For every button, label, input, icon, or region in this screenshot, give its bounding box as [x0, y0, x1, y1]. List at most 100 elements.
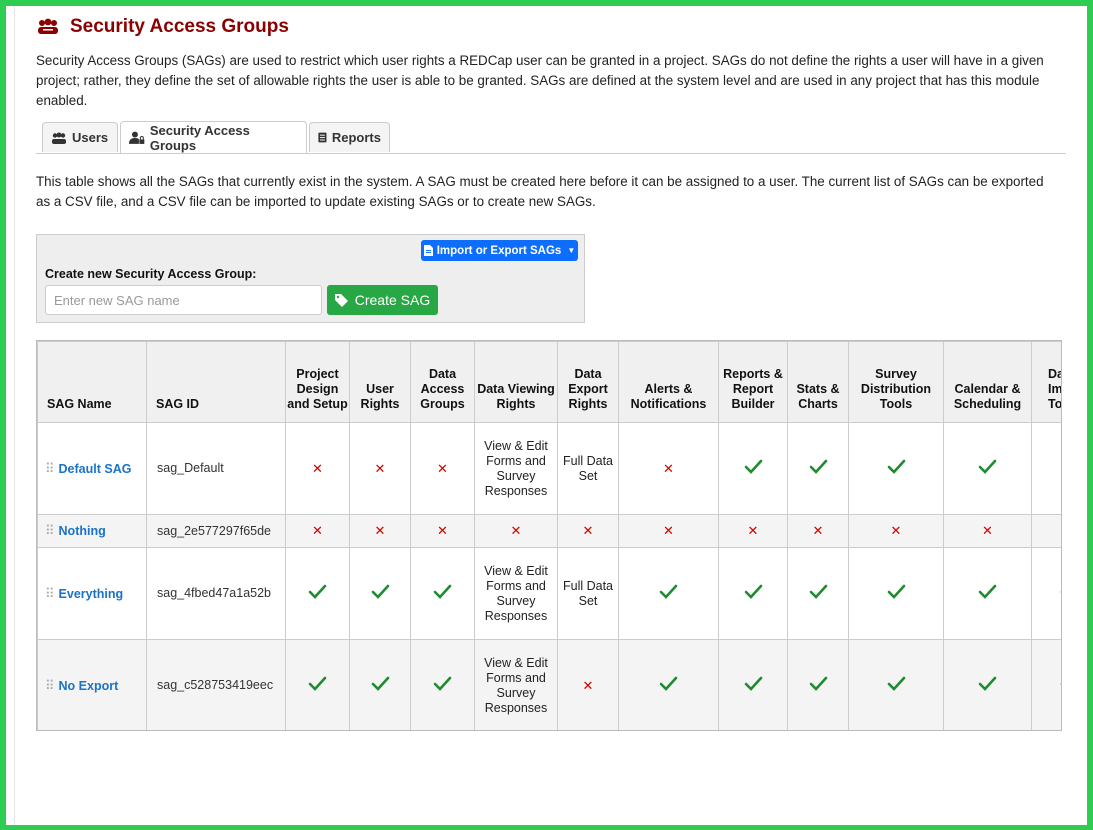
cross-icon: ✕	[890, 523, 902, 538]
sag-name-link[interactable]: Everything	[59, 587, 124, 601]
check-icon	[978, 584, 997, 599]
check-icon	[744, 584, 762, 599]
tag-icon	[334, 293, 348, 307]
allowed-cell	[848, 422, 944, 515]
file-csv-icon	[423, 245, 433, 256]
check-icon	[978, 676, 997, 691]
denied-cell: ✕	[349, 422, 411, 515]
right-value-cell: View & Edit Forms and Survey Responses	[474, 547, 558, 640]
cross-icon: ✕	[374, 460, 386, 476]
drag-handle-icon[interactable]: ⠿	[45, 678, 54, 693]
sag-name-link[interactable]: Nothing	[59, 524, 106, 538]
check-icon	[744, 676, 762, 691]
import-export-button[interactable]: Import or Export SAGs ▼	[421, 240, 578, 261]
denied-cell: ✕	[618, 514, 719, 548]
tab-users-label: Users	[72, 130, 109, 145]
allowed-cell	[787, 422, 849, 515]
denied-cell: ✕	[410, 514, 475, 548]
cross-icon: ✕	[437, 460, 448, 476]
page-title: Security Access Groups	[70, 16, 289, 37]
allowed-cell	[285, 639, 350, 730]
caret-down-icon: ▼	[567, 246, 576, 255]
check-icon	[809, 459, 827, 474]
check-icon	[887, 459, 905, 474]
create-sag-button[interactable]: Create SAG	[327, 285, 438, 315]
allowed-cell	[718, 639, 788, 730]
sag-table-wrapper[interactable]: SAG Name SAG ID Project Design and Setup…	[36, 340, 1062, 731]
cross-icon: ✕	[510, 523, 522, 538]
check-icon	[433, 584, 452, 599]
check-icon	[308, 584, 327, 599]
cross-icon: ✕	[663, 523, 674, 538]
col-header: Data Export Rights	[557, 341, 619, 423]
denied-cell: ✕	[410, 422, 475, 515]
col-header: Data Viewing Rights	[474, 341, 558, 423]
cross-icon: ✕	[982, 523, 993, 538]
table-row: ⠿ No Export sag_c528753419eec View & Edit F…	[37, 639, 1061, 730]
page-heading: Security Access Groups	[36, 14, 1066, 40]
cross-icon: ✕	[374, 523, 386, 538]
report-icon	[318, 132, 327, 143]
allowed-cell	[848, 547, 944, 640]
cross-icon: ✕	[582, 677, 594, 693]
denied-cell: ✕	[943, 514, 1032, 548]
sag-id-cell: sag_4fbed47a1a52b	[146, 547, 286, 640]
denied-cell: ✕	[557, 639, 619, 730]
sag-id-cell: sag_2e577297f65de	[146, 514, 286, 548]
drag-handle-icon[interactable]: ⠿	[45, 523, 54, 538]
col-header[interactable]: SAG Name	[37, 341, 147, 423]
tab-reports[interactable]: Reports	[309, 122, 390, 152]
cross-icon: ✕	[312, 523, 323, 538]
left-divider	[14, 6, 15, 825]
users-group-icon	[36, 18, 60, 36]
sag-name-link[interactable]: Default SAG	[59, 462, 132, 476]
sag-name-cell: ⠿ Everything	[37, 547, 147, 640]
col-header: User Rights	[349, 341, 411, 423]
check-icon	[1060, 591, 1061, 593]
allowed-cell	[718, 547, 788, 640]
denied-cell: ✕	[848, 514, 944, 548]
table-row: ⠿ Everything sag_4fbed47a1a52b View & Edit …	[37, 547, 1061, 640]
user-lock-icon	[129, 131, 145, 144]
drag-handle-icon[interactable]: ⠿	[45, 586, 54, 601]
right-value-cell: View & Edit Forms and Survey Responses	[474, 422, 558, 515]
check-icon	[809, 584, 827, 599]
allowed-cell	[1031, 547, 1061, 640]
tab-sag-label: Security Access Groups	[149, 122, 250, 153]
table-header-row: SAG Name SAG ID Project Design and Setup…	[37, 341, 1061, 423]
check-icon	[371, 676, 389, 691]
col-header: Calendar & Scheduling	[943, 341, 1032, 423]
cross-icon: ✕	[663, 460, 674, 476]
check-icon	[744, 459, 762, 474]
denied-cell: ✕	[787, 514, 849, 548]
sag-name-link[interactable]: No Export	[59, 679, 119, 693]
allowed-cell	[848, 639, 944, 730]
drag-handle-icon[interactable]: ⠿	[45, 461, 54, 476]
denied-cell: ✕	[474, 514, 558, 548]
tab-security-access-groups[interactable]: Security Access Groups	[120, 121, 307, 153]
sag-name-input[interactable]	[45, 285, 322, 315]
check-icon	[1060, 683, 1061, 685]
sag-id-cell: sag_c528753419eec	[146, 639, 286, 730]
cross-icon: ✕	[582, 523, 594, 538]
sag-name-cell: ⠿ Nothing	[37, 514, 147, 548]
right-value-cell: View & Edit Forms and Survey Responses	[474, 639, 558, 730]
denied-cell: ✕	[618, 422, 719, 515]
sag-id-cell: sag_Default	[146, 422, 286, 515]
main-content: Security Access Groups Security Access G…	[36, 6, 1066, 731]
tab-bar: Users Security Access Groups Reports	[36, 121, 1066, 154]
sag-name-cell: ⠿ No Export	[37, 639, 147, 730]
right-value-cell: Full Data Set	[557, 547, 619, 640]
col-header: Data Access Groups	[410, 341, 475, 423]
check-icon	[371, 584, 389, 599]
create-sag-label: Create new Security Access Group:	[45, 267, 257, 281]
check-icon	[659, 584, 678, 599]
col-header: Survey Distribution Tools	[848, 341, 944, 423]
col-header[interactable]: SAG ID	[146, 341, 286, 423]
table-row: ⠿ Default SAG sag_Default ✕ ✕ ✕ View & Edit Fo…	[37, 422, 1061, 515]
tab-users[interactable]: Users	[42, 122, 118, 152]
allowed-cell	[349, 547, 411, 640]
denied-cell: ✕	[285, 422, 350, 515]
intro-text: Security Access Groups (SAGs) are used t…	[36, 53, 1044, 108]
allowed-cell	[410, 547, 475, 640]
